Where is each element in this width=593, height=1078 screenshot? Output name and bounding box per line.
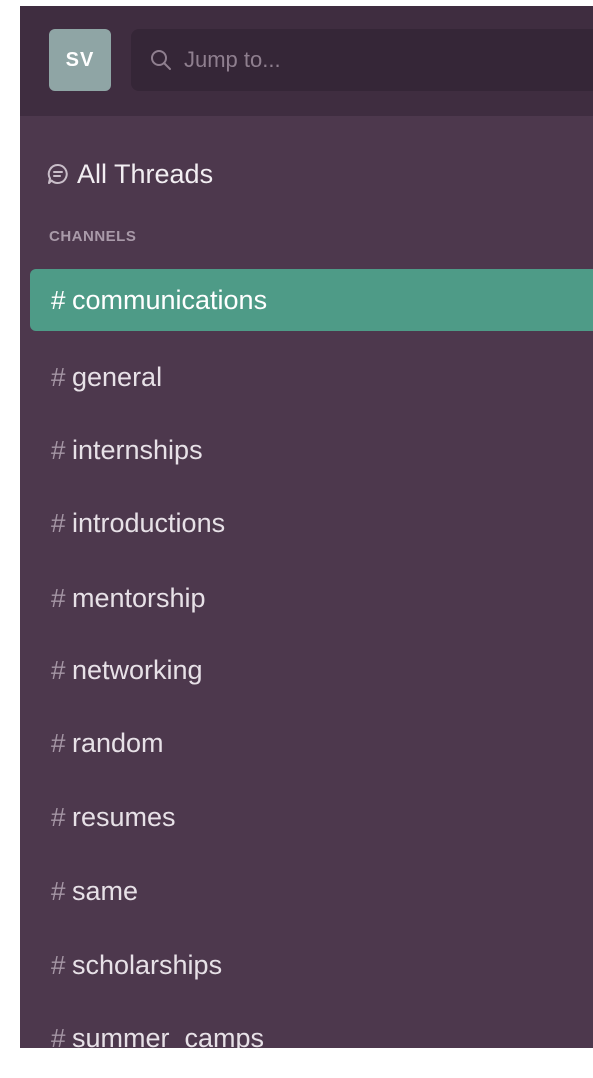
channel-summer-camps[interactable]: # summer_camps (30, 1007, 593, 1049)
hash-icon: # (51, 284, 66, 315)
channel-name: scholarships (72, 949, 223, 980)
channel-scholarships[interactable]: # scholarships (30, 934, 593, 996)
all-threads-label: All Threads (77, 158, 214, 189)
hash-icon: # (51, 875, 66, 906)
channel-introductions[interactable]: # introductions (30, 492, 593, 554)
all-threads-link[interactable]: All Threads (47, 154, 213, 194)
channel-same[interactable]: # same (30, 860, 593, 922)
search-icon (150, 49, 172, 71)
channel-general[interactable]: # general (30, 346, 593, 408)
hash-icon: # (51, 434, 66, 465)
channels-section-header: CHANNELS (49, 228, 137, 245)
channel-name: mentorship (72, 582, 206, 613)
channel-communications[interactable]: # communications (30, 269, 593, 331)
channel-resumes[interactable]: # resumes (30, 786, 593, 848)
threads-icon (47, 163, 69, 185)
channel-name: general (72, 361, 163, 392)
channel-name: internships (72, 434, 203, 465)
hash-icon: # (51, 801, 66, 832)
sidebar-header: SV (20, 6, 593, 116)
workspace-avatar[interactable]: SV (49, 29, 111, 91)
hash-icon: # (51, 361, 66, 392)
channel-name: resumes (72, 801, 176, 832)
channel-name: summer_camps (72, 1022, 265, 1049)
hash-icon: # (51, 1022, 66, 1049)
hash-icon: # (51, 654, 66, 685)
jump-to-search[interactable] (131, 29, 593, 91)
channel-name: introductions (72, 507, 226, 538)
channel-random[interactable]: # random (30, 712, 593, 774)
channel-name: random (72, 727, 164, 758)
hash-icon: # (51, 582, 66, 613)
channel-mentorship[interactable]: # mentorship (30, 567, 593, 629)
workspace-initials: SV (65, 48, 95, 71)
channel-internships[interactable]: # internships (30, 419, 593, 481)
channel-name: same (72, 875, 139, 906)
hash-icon: # (51, 507, 66, 538)
channel-name: communications (72, 284, 268, 315)
search-input[interactable] (182, 46, 566, 74)
channel-name: networking (72, 654, 203, 685)
sidebar: SV All Threads CHANNELS # communications (20, 6, 593, 1048)
hash-icon: # (51, 949, 66, 980)
hash-icon: # (51, 727, 66, 758)
channel-networking[interactable]: # networking (30, 639, 593, 701)
